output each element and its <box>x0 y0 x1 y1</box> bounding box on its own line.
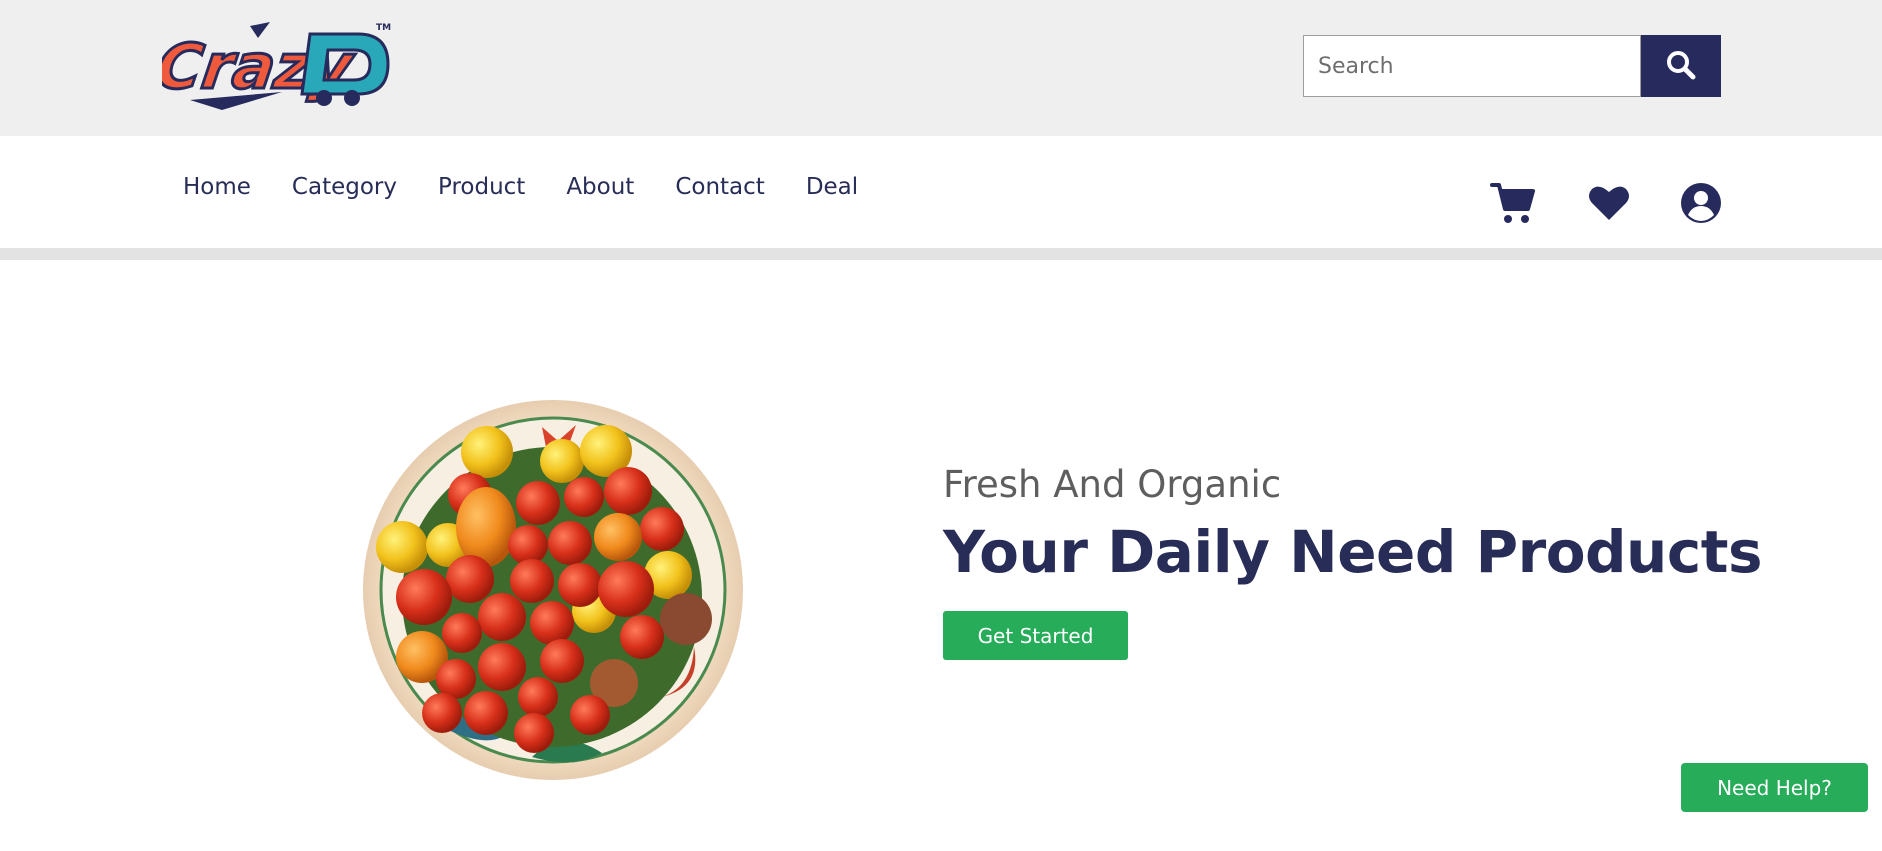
cart-icon[interactable] <box>1490 180 1536 226</box>
search-input[interactable] <box>1303 35 1641 97</box>
hero-subtitle: Fresh And Organic <box>943 463 1282 506</box>
nav-divider <box>0 248 1882 260</box>
tomato-bowl-image <box>362 397 744 783</box>
search-bar <box>1303 35 1721 97</box>
hero-title: Your Daily Need Products <box>943 518 1762 586</box>
main-navbar: Home Category Product About Contact Deal <box>0 136 1882 248</box>
get-started-button[interactable]: Get Started <box>943 611 1128 660</box>
top-bar: Crazy TM <box>0 0 1882 136</box>
nav-actions <box>0 180 1882 230</box>
need-help-button[interactable]: Need Help? <box>1681 763 1868 812</box>
trademark-mark: TM <box>376 23 391 33</box>
search-button[interactable] <box>1641 35 1721 97</box>
search-icon <box>1665 49 1697 84</box>
crazyd-logo[interactable]: Crazy TM <box>151 18 392 110</box>
heart-icon[interactable] <box>1586 180 1632 226</box>
user-icon[interactable] <box>1678 180 1724 226</box>
